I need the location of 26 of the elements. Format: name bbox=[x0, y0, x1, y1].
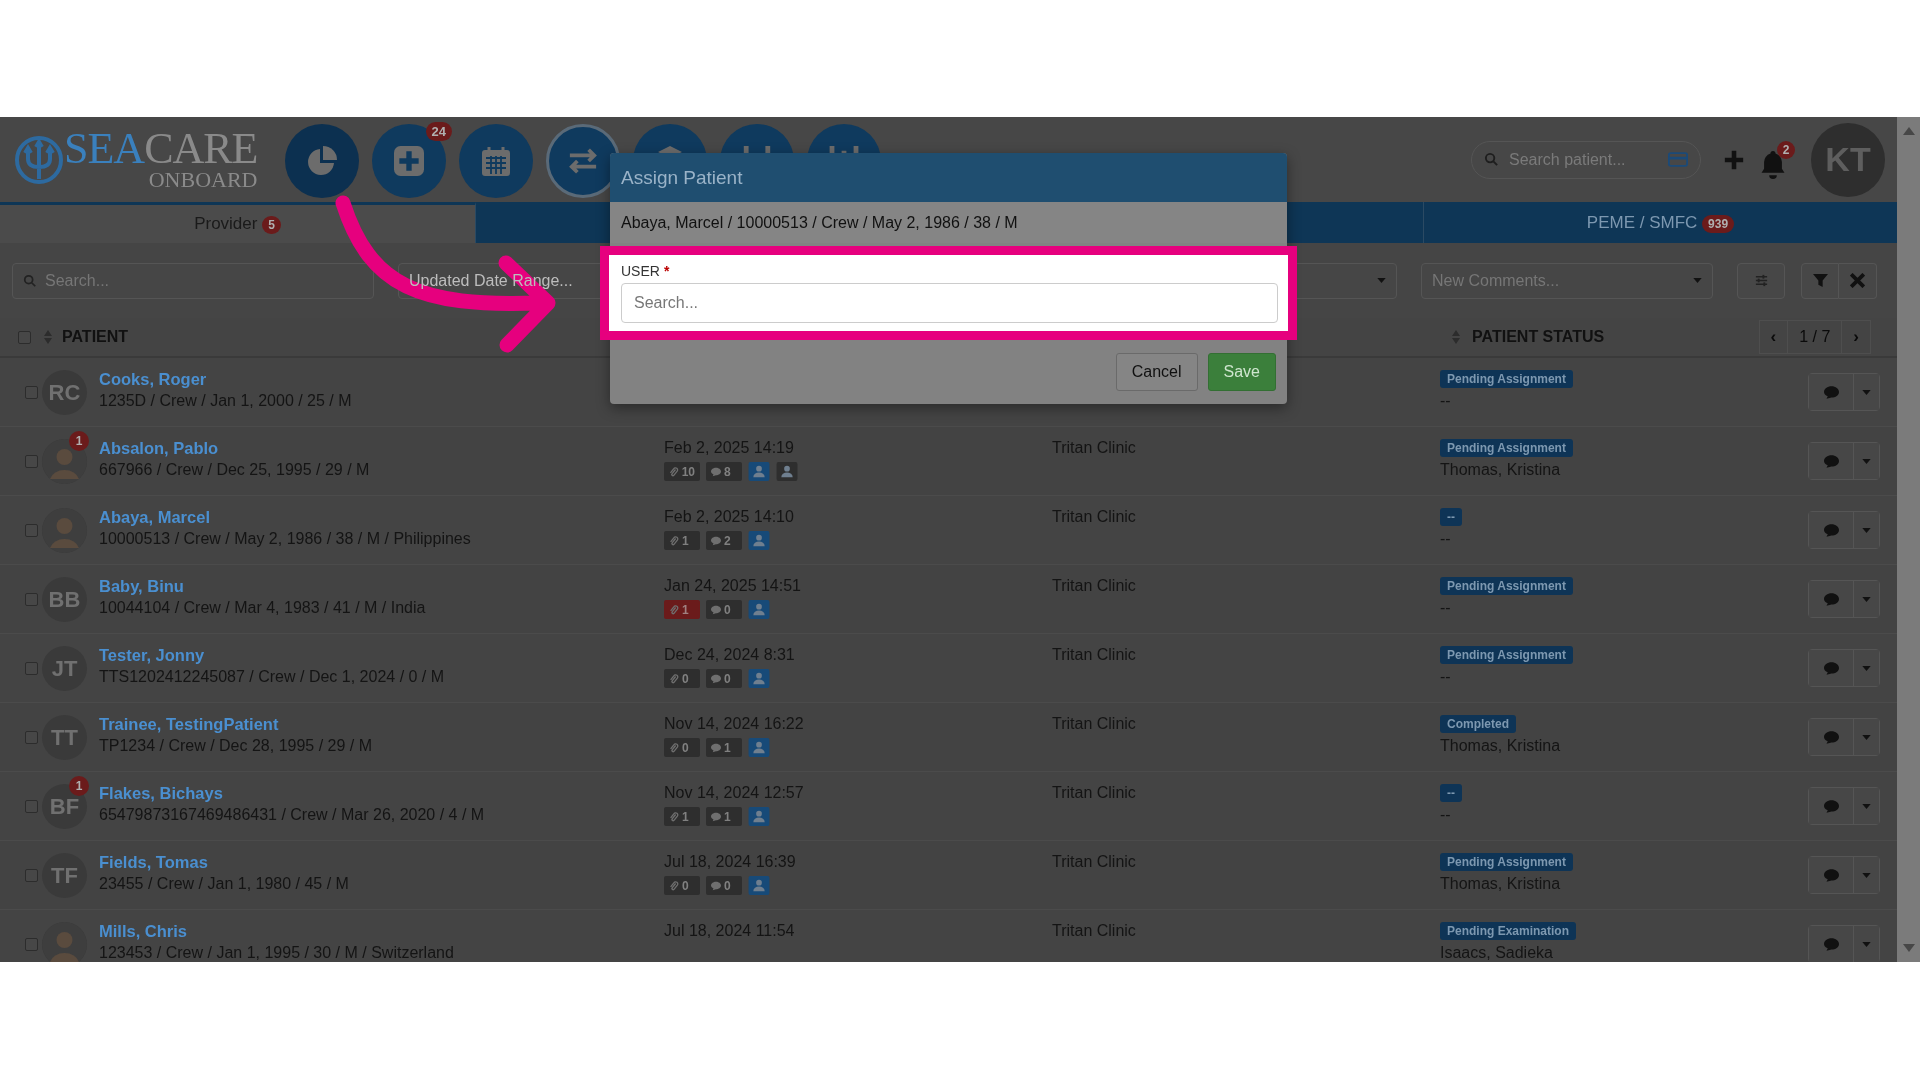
status-tag: Pending Assignment bbox=[1440, 646, 1573, 664]
logo-subtitle: ONBOARD bbox=[148, 168, 258, 191]
count-badge: 1 bbox=[69, 776, 89, 796]
assignee-name: -- bbox=[1440, 392, 1451, 410]
status-tag: Pending Assignment bbox=[1440, 853, 1573, 871]
status-tag: Pending Assignment bbox=[1440, 370, 1573, 388]
logo-text: CARE bbox=[144, 128, 258, 169]
status-tag: Pending Assignment bbox=[1440, 439, 1573, 457]
assignee-name: -- bbox=[1440, 806, 1451, 824]
count-badge: 1 bbox=[69, 431, 89, 451]
count-badge: 2 bbox=[1777, 140, 1795, 159]
dialog-title: Assign Patient bbox=[621, 166, 743, 189]
status-tag: Completed bbox=[1440, 715, 1516, 733]
assignee-name: -- bbox=[1440, 530, 1451, 548]
status-tag: Pending Assignment bbox=[1440, 577, 1573, 595]
patient-summary: Abaya, Marcel / 10000513 / Crew / May 2, 1986 / 38 / M bbox=[621, 213, 1018, 232]
status-tag: Pending Examination bbox=[1440, 922, 1576, 940]
status-tag: -- bbox=[1440, 784, 1462, 802]
required-mark: * bbox=[663, 263, 670, 279]
assignee-name: -- bbox=[1440, 668, 1451, 686]
status-tag: -- bbox=[1440, 508, 1462, 526]
field-label: USER bbox=[621, 263, 660, 279]
count-badge: 24 bbox=[425, 122, 452, 141]
logo-text: SEA bbox=[64, 128, 145, 169]
assignee-name: -- bbox=[1440, 599, 1451, 617]
page-indicator: 1 / 7 bbox=[1787, 321, 1843, 353]
